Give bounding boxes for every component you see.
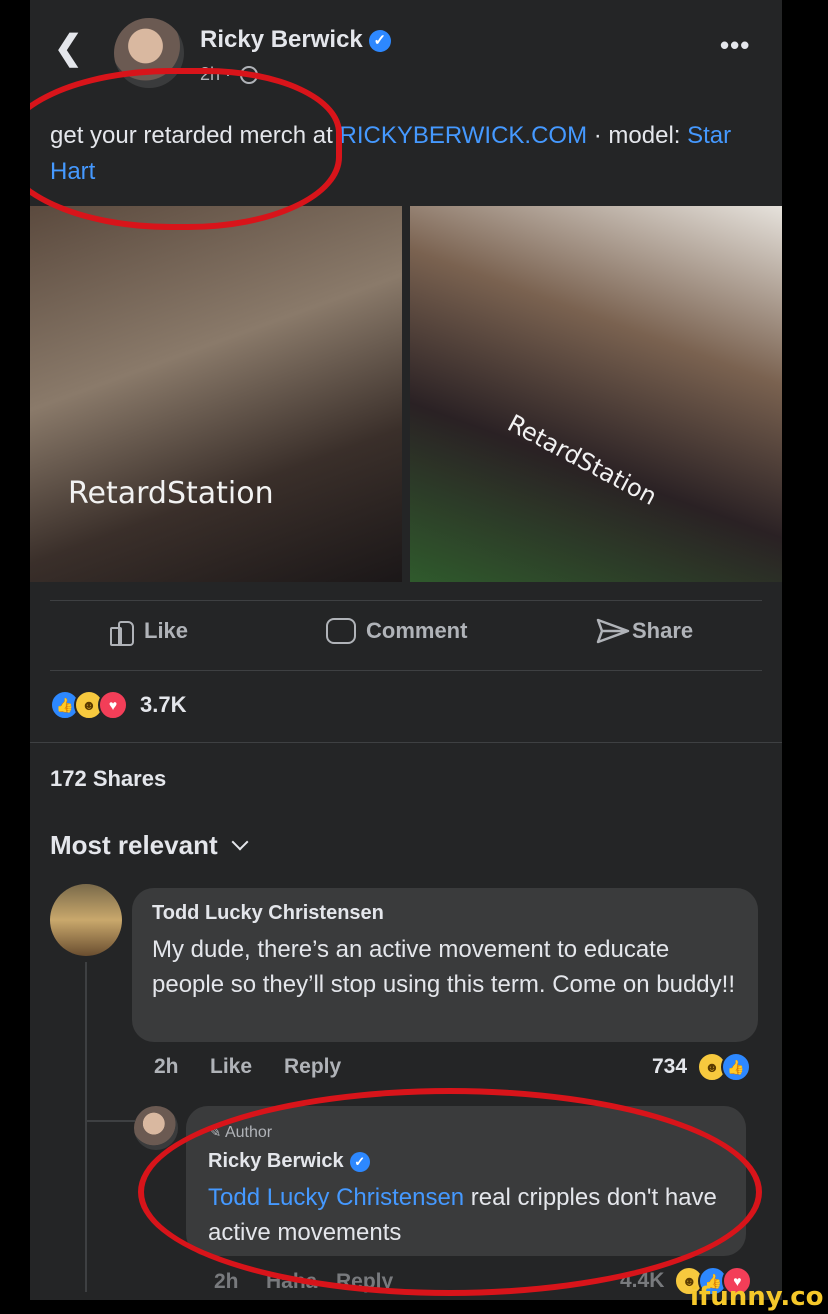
annotation-circle-caption — [30, 68, 342, 230]
share-label: Share — [632, 618, 694, 643]
comment-text: My dude, there’s an active movement to e… — [152, 936, 735, 998]
author-name-text[interactable]: Ricky Berwick — [200, 26, 363, 53]
shirt-text-left: RetardStation — [68, 476, 274, 511]
divider — [50, 670, 762, 671]
divider — [30, 742, 782, 743]
comment-time: 2h — [154, 1055, 179, 1078]
back-button[interactable]: ❮ — [54, 28, 83, 68]
shares-count[interactable]: 172 Shares — [50, 766, 166, 792]
like-reaction-icon: 👍 — [721, 1052, 752, 1082]
share-icon — [596, 618, 630, 644]
caption-link[interactable]: RICKYBERWICK.COM — [339, 122, 587, 149]
shirt-text-right: RetardStation — [503, 409, 662, 511]
like-label: Like — [144, 618, 189, 643]
comment-reply-button[interactable]: Reply — [284, 1055, 341, 1079]
commenter-avatar[interactable] — [50, 884, 122, 956]
chevron-down-icon — [231, 833, 249, 851]
annotation-circle-reply — [138, 1088, 762, 1296]
author-name[interactable]: Ricky Berwick ✓ — [200, 26, 391, 54]
comment-bubble: Todd Lucky Christensen My dude, there’s … — [132, 888, 758, 1042]
reply-connector — [85, 1120, 135, 1122]
reply-time: 2h — [214, 1270, 239, 1293]
more-options-button[interactable]: ••• — [720, 30, 750, 61]
comment-reaction-count: 734 — [652, 1055, 688, 1078]
comment-reactions[interactable]: 734 ☻ 👍 — [652, 1052, 752, 1082]
post-screen: ❮ Ricky Berwick ✓ 2h · ••• get your retar… — [30, 0, 782, 1300]
reply-author-avatar[interactable] — [134, 1106, 178, 1150]
comment-sort-dropdown[interactable]: Most relevant — [50, 830, 249, 861]
comment-author[interactable]: Todd Lucky Christensen — [152, 902, 384, 925]
comment-icon — [326, 618, 356, 644]
post-photo-left[interactable]: RetardStation — [30, 206, 402, 582]
post-photo-right[interactable]: RetardStation — [410, 206, 782, 582]
ifunny-watermark: ifunny.co — [690, 1282, 824, 1312]
like-button[interactable]: Like — [108, 618, 189, 646]
divider — [50, 600, 762, 601]
like-icon — [108, 618, 134, 646]
love-reaction-icon: ♥ — [98, 690, 128, 720]
thread-line — [85, 962, 87, 1292]
comment-sort-label: Most relevant — [50, 830, 218, 860]
reactions-summary[interactable]: 👍 ☻ ♥ 3.7K — [50, 690, 186, 720]
comment-button[interactable]: Comment — [326, 618, 467, 644]
verified-icon: ✓ — [368, 29, 391, 52]
comment-like-button[interactable]: Like — [210, 1055, 252, 1079]
comment-label: Comment — [366, 618, 468, 643]
share-button[interactable]: Share — [596, 618, 693, 644]
reaction-count: 3.7K — [140, 692, 187, 717]
caption-text-2: · model: — [587, 122, 688, 149]
